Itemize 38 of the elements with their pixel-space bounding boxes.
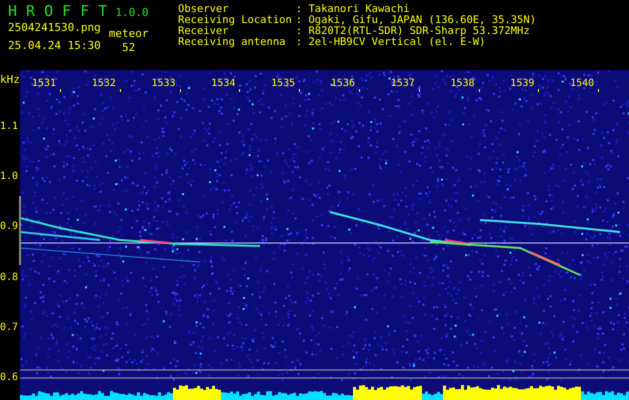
x-axis-label: 1533 [150, 78, 176, 90]
x-tick [120, 89, 121, 92]
x-axis-label: 1540 [569, 78, 594, 90]
info-value: : Ogaki, Gifu, JAPAN (136.60E, 35.35N) [296, 15, 536, 26]
y-axis-label: 1.1 [0, 121, 18, 133]
x-tick [299, 89, 300, 92]
info-value: : Takanori Kawachi [296, 4, 411, 15]
y-axis-label: 1.0 [0, 171, 18, 184]
x-tick [359, 89, 360, 92]
app-title: H R O F F T [8, 2, 108, 20]
info-label: Receiving antenna [178, 37, 286, 48]
info-value: : R820T2(RTL-SDR) SDR-Sharp 53.372MHz [296, 26, 531, 37]
y-axis-label: 0.6 [0, 372, 18, 384]
x-tick [60, 89, 61, 92]
x-axis-label: 1538 [450, 78, 475, 90]
y-axis-label: 0.8 [0, 272, 18, 284]
info-value: : 2el-HB9CV Vertical (el. E-W) [296, 37, 486, 48]
y-axis-label: 0.7 [0, 322, 18, 334]
app-version: 1.0.0 [115, 6, 148, 19]
info-label: Receiving Location [178, 15, 292, 26]
x-axis-label: 1539 [509, 78, 534, 90]
meteor-count: 52 [122, 42, 136, 54]
x-axis-label: 1534 [210, 78, 236, 90]
x-axis-label: 1537 [390, 78, 415, 90]
axis-unit: kHz [0, 74, 20, 86]
x-axis-label: 1536 [330, 78, 355, 90]
meteor-label: meteor [108, 28, 148, 40]
x-tick [418, 89, 420, 92]
x-tick [598, 89, 600, 92]
info-label: Observer [178, 4, 230, 15]
file-name: 2504241530.png [8, 22, 101, 34]
x-axis-label: 1532 [90, 78, 116, 90]
y-axis-label: 0.9 [0, 221, 18, 234]
x-axis-label: 1535 [270, 78, 296, 90]
x-axis-label: 1531 [30, 78, 56, 90]
info-label: Receiver [178, 26, 229, 37]
range-marker [19, 196, 21, 265]
date-time: 25.04.24 15:30 [8, 40, 101, 52]
